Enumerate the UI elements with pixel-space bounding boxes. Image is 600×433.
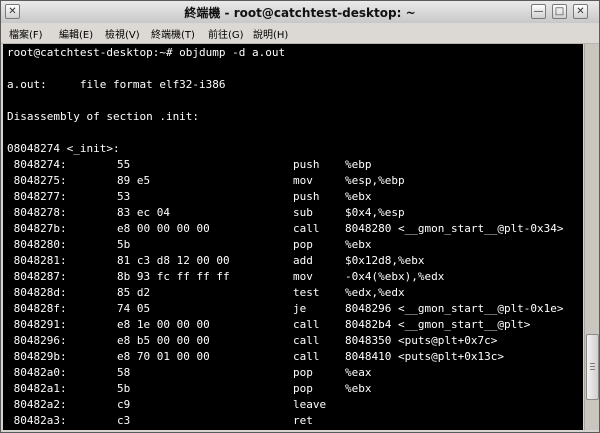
vertical-scrollbar[interactable] (584, 44, 599, 430)
maximize-icon: □ (554, 6, 565, 17)
grip-line (590, 369, 595, 370)
instruction-mnemonic: ret (293, 414, 313, 427)
instruction-address: 8048275: (7, 174, 67, 187)
instruction-mnemonic: mov (293, 174, 313, 187)
instruction-operands: 8048280 <__gmon_start__@plt-0x34> (345, 222, 564, 235)
instruction-mnemonic: sub (293, 206, 313, 219)
instruction-bytes: 81 c3 d8 12 00 00 (117, 254, 230, 267)
instruction-mnemonic: mov (293, 270, 313, 283)
menu-view[interactable]: 檢視(V) (105, 26, 140, 41)
command-prompt-line: root@catchtest-desktop:~# objdump -d a.o… (7, 46, 286, 59)
instruction-bytes: 58 (117, 366, 131, 379)
instruction-bytes: e8 b5 00 00 00 (117, 334, 210, 347)
instruction-bytes: e8 1e 00 00 00 (117, 318, 210, 331)
instruction-operands: %eax (345, 366, 372, 379)
symbol-line: 08048274 <_init>: (7, 142, 120, 155)
terminal-output[interactable]: root@catchtest-desktop:~# objdump -d a.o… (3, 44, 583, 430)
instruction-mnemonic: add (293, 254, 313, 267)
instruction-operands: $0x12d8,%ebx (345, 254, 425, 267)
instruction-bytes: 74 05 (117, 302, 151, 315)
instruction-address: 804827b: (7, 222, 67, 235)
close-icon: ✕ (576, 6, 585, 17)
instruction-operands: %edx,%edx (345, 286, 405, 299)
instruction-address: 8048291: (7, 318, 67, 331)
instruction-bytes: 83 ec 04 (117, 206, 170, 219)
instruction-bytes: 89 e5 (117, 174, 151, 187)
instruction-mnemonic: leave (293, 398, 327, 411)
instruction-mnemonic: push (293, 190, 320, 203)
instruction-address: 80482a0: (7, 366, 67, 379)
instruction-address: 8048277: (7, 190, 67, 203)
maximize-button[interactable]: □ (552, 4, 567, 19)
instruction-mnemonic: pop (293, 366, 313, 379)
instruction-mnemonic: call (293, 334, 320, 347)
instruction-mnemonic: test (293, 286, 320, 299)
instruction-address: 8048287: (7, 270, 67, 283)
instruction-operands: $0x4,%esp (345, 206, 405, 219)
instruction-bytes: c9 (117, 398, 131, 411)
instruction-mnemonic: pop (293, 238, 313, 251)
grip-line (590, 363, 595, 364)
instruction-address: 804829b: (7, 350, 67, 363)
instruction-operands: 8048350 <puts@plt+0x7c> (345, 334, 498, 347)
instruction-bytes: 5b (117, 382, 131, 395)
instruction-mnemonic: pop (293, 382, 313, 395)
instruction-operands: 8048410 <puts@plt+0x13c> (345, 350, 504, 363)
instruction-mnemonic: je (293, 302, 307, 315)
instruction-operands: %ebx (345, 238, 372, 251)
file-format-line: a.out: file format elf32-i386 (7, 78, 226, 91)
instruction-address: 8048278: (7, 206, 67, 219)
instruction-mnemonic: call (293, 222, 320, 235)
instruction-address: 804828d: (7, 286, 67, 299)
menu-help[interactable]: 說明(H) (253, 26, 288, 41)
title-bar[interactable]: ✕ 終端機 - root@catchtest-desktop: ~ — □ ✕ (1, 1, 599, 24)
instruction-operands: %esp,%ebp (345, 174, 405, 187)
instruction-operands: %ebx (345, 382, 372, 395)
instruction-address: 8048274: (7, 158, 67, 171)
menu-bar: 檔案(F) 編輯(E) 檢視(V) 終端機(T) 前往(G) 說明(H) (1, 23, 599, 44)
close-button[interactable]: ✕ (573, 4, 588, 19)
instruction-address: 80482a1: (7, 382, 67, 395)
instruction-address: 8048280: (7, 238, 67, 251)
instruction-mnemonic: call (293, 350, 320, 363)
grip-line (590, 366, 595, 367)
instruction-bytes: 55 (117, 158, 131, 171)
section-header-line: Disassembly of section .init: (7, 110, 200, 123)
instruction-bytes: e8 70 01 00 00 (117, 350, 210, 363)
menu-edit[interactable]: 編輯(E) (59, 26, 93, 41)
instruction-operands: -0x4(%ebx),%edx (345, 270, 445, 283)
instruction-address: 8048281: (7, 254, 67, 267)
instruction-bytes: 5b (117, 238, 131, 251)
instruction-address: 804828f: (7, 302, 67, 315)
minimize-icon: — (533, 6, 544, 17)
instruction-address: 80482a2: (7, 398, 67, 411)
instruction-bytes: 53 (117, 190, 131, 203)
terminal-window: ✕ 終端機 - root@catchtest-desktop: ~ — □ ✕ … (0, 0, 600, 433)
window-title: 終端機 - root@catchtest-desktop: ~ (184, 6, 416, 20)
scrollbar-thumb[interactable] (586, 334, 599, 400)
instruction-mnemonic: call (293, 318, 320, 331)
instruction-operands: 8048296 <__gmon_start__@plt-0x1e> (345, 302, 564, 315)
instruction-bytes: 8b 93 fc ff ff ff (117, 270, 230, 283)
menu-go[interactable]: 前往(G) (208, 26, 244, 41)
instruction-bytes: e8 00 00 00 00 (117, 222, 210, 235)
window-menu-close-button[interactable]: ✕ (5, 4, 20, 19)
instruction-mnemonic: push (293, 158, 320, 171)
instruction-operands: %ebp (345, 158, 372, 171)
instruction-address: 80482a3: (7, 414, 67, 427)
instruction-bytes: 85 d2 (117, 286, 151, 299)
instruction-operands: 80482b4 <__gmon_start__@plt> (345, 318, 531, 331)
instruction-operands: %ebx (345, 190, 372, 203)
menu-terminal[interactable]: 終端機(T) (151, 26, 195, 41)
instruction-bytes: c3 (117, 414, 131, 427)
menu-file[interactable]: 檔案(F) (9, 26, 43, 41)
close-icon: ✕ (8, 6, 17, 17)
minimize-button[interactable]: — (531, 4, 546, 19)
instruction-address: 8048296: (7, 334, 67, 347)
